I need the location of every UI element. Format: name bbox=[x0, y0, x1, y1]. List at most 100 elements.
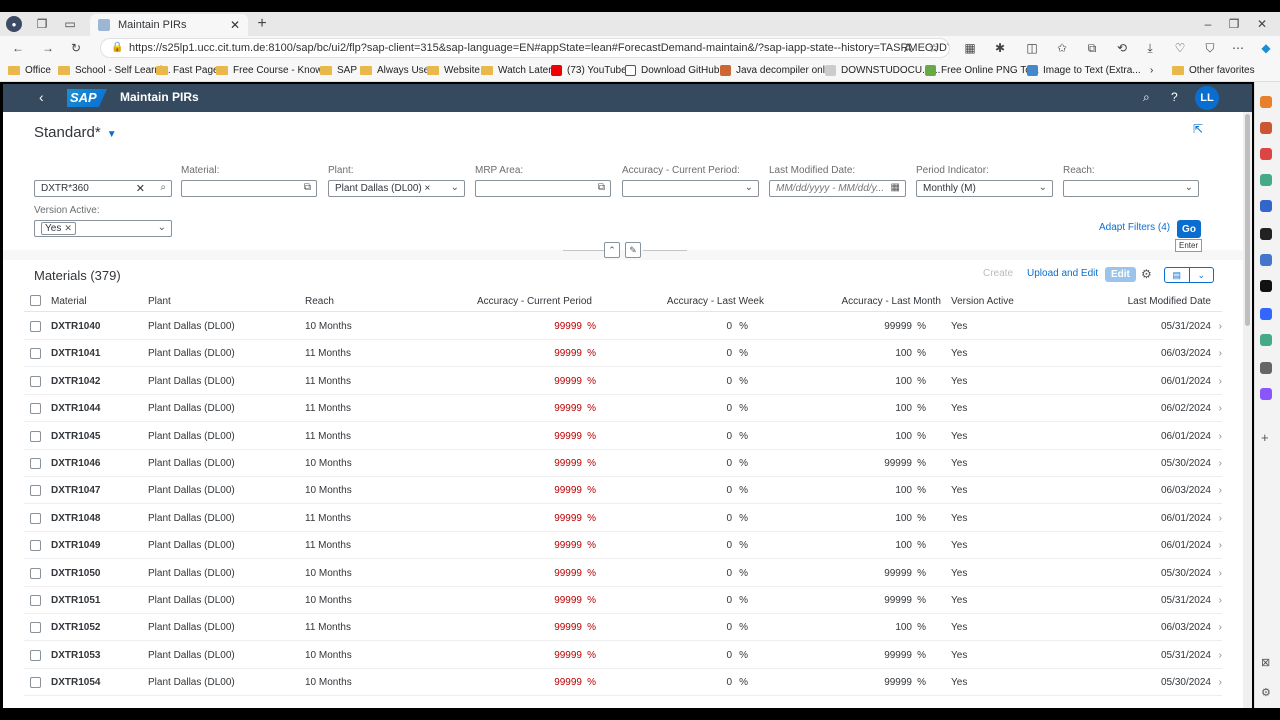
version-active-field[interactable]: Yes ✕ ⌄ bbox=[34, 220, 172, 237]
plant-field[interactable]: Plant Dallas (DL00) × ⌄ bbox=[328, 180, 465, 197]
material-field[interactable]: ⧉ bbox=[181, 180, 317, 197]
extensions-icon[interactable]: ▦ bbox=[962, 40, 978, 56]
chevron-down-icon[interactable]: ⌄ bbox=[1039, 182, 1047, 193]
row-checkbox[interactable] bbox=[30, 348, 41, 360]
sidebar-app4-icon[interactable] bbox=[1260, 280, 1272, 292]
table-row[interactable]: DXTR1042 Plant Dallas (DL00) 11 Months 9999… bbox=[24, 368, 1222, 395]
row-navigation-icon[interactable]: › bbox=[1219, 458, 1222, 469]
sidebar-hide-icon[interactable]: ⊠ bbox=[1261, 656, 1270, 669]
shell-search-icon[interactable]: ⌕ bbox=[1143, 90, 1150, 105]
col-accuracy-week[interactable]: Accuracy - Last Week bbox=[667, 296, 764, 307]
bookmark-watch-later[interactable]: Watch Later bbox=[481, 63, 552, 77]
workspaces-icon[interactable]: ❐ bbox=[34, 16, 50, 32]
value-help-icon[interactable]: ⧉ bbox=[598, 182, 605, 193]
row-checkbox[interactable] bbox=[30, 375, 41, 387]
table-row[interactable]: DXTR1052 Plant Dallas (DL00) 11 Months 9999… bbox=[24, 614, 1222, 642]
row-navigation-icon[interactable]: › bbox=[1219, 540, 1222, 551]
puzzle-icon[interactable]: ✱ bbox=[992, 40, 1008, 56]
value-help-icon[interactable]: ⧉ bbox=[304, 182, 311, 193]
shield-icon[interactable]: ⛉ bbox=[1202, 40, 1218, 56]
help-icon[interactable]: ? bbox=[1171, 90, 1178, 104]
avatar[interactable]: LL bbox=[1195, 86, 1219, 110]
chevron-down-icon[interactable]: ⌄ bbox=[745, 182, 753, 193]
row-navigation-icon[interactable]: › bbox=[1219, 622, 1222, 633]
search-input[interactable]: DXTR*360 ✕ ⌕ bbox=[34, 180, 172, 197]
row-checkbox[interactable] bbox=[30, 512, 41, 524]
col-plant[interactable]: Plant bbox=[148, 296, 171, 307]
token-remove-icon[interactable]: ✕ bbox=[64, 223, 72, 234]
more-menu-icon[interactable]: ⋯ bbox=[1230, 40, 1246, 56]
period-indicator-select[interactable]: Monthly (M) ⌄ bbox=[916, 180, 1053, 197]
table-settings-icon[interactable]: ⚙ bbox=[1141, 267, 1152, 281]
table-row[interactable]: DXTR1046 Plant Dallas (DL00) 10 Months 9999… bbox=[24, 450, 1222, 477]
bookmarks-more-icon[interactable]: › bbox=[1150, 63, 1153, 77]
upload-and-edit-button[interactable]: Upload and Edit bbox=[1027, 268, 1098, 279]
bookmark-youtube[interactable]: (73) YouTube bbox=[551, 63, 627, 77]
col-material[interactable]: Material bbox=[51, 296, 87, 307]
col-accuracy-current[interactable]: Accuracy - Current Period bbox=[477, 296, 592, 307]
last-modified-field[interactable]: MM/dd/yyyy - MM/dd/y... ▦ bbox=[769, 180, 906, 197]
bookmark-office[interactable]: Office bbox=[8, 63, 51, 77]
bookmark-free-course[interactable]: Free Course - Know... bbox=[216, 63, 330, 77]
row-navigation-icon[interactable]: › bbox=[1219, 513, 1222, 524]
tab-actions-icon[interactable]: ▭ bbox=[62, 16, 78, 32]
tab-close-icon[interactable]: ✕ bbox=[230, 18, 240, 32]
version-token[interactable]: Yes ✕ bbox=[41, 222, 76, 235]
back-icon[interactable]: ← bbox=[10, 40, 26, 56]
maximize-icon[interactable]: ❐ bbox=[1226, 16, 1242, 32]
bookmark-other-favorites[interactable]: Other favorites bbox=[1172, 63, 1255, 77]
table-row[interactable]: DXTR1047 Plant Dallas (DL00) 10 Months 9999… bbox=[24, 477, 1222, 505]
row-navigation-icon[interactable]: › bbox=[1219, 431, 1222, 442]
table-row[interactable]: DXTR1041 Plant Dallas (DL00) 11 Months 9999… bbox=[24, 340, 1222, 368]
chevron-down-icon[interactable]: ⌄ bbox=[1185, 182, 1193, 193]
shell-back-icon[interactable]: ‹ bbox=[39, 89, 44, 105]
minimize-icon[interactable]: – bbox=[1200, 16, 1216, 32]
row-navigation-icon[interactable]: › bbox=[1219, 650, 1222, 661]
row-checkbox[interactable] bbox=[30, 430, 41, 442]
bookmark-image-to-text[interactable]: Image to Text (Extra... bbox=[1027, 63, 1141, 77]
bookmark-java-decompiler[interactable]: Java decompiler onl... bbox=[720, 63, 833, 77]
sidebar-google-icon[interactable] bbox=[1260, 174, 1272, 186]
calendar-icon[interactable]: ▦ bbox=[891, 182, 900, 193]
split-screen-icon[interactable]: ◫ bbox=[1024, 40, 1040, 56]
sidebar-settings-icon[interactable]: ⚙ bbox=[1261, 686, 1271, 699]
row-checkbox[interactable] bbox=[30, 540, 41, 552]
chevron-down-icon[interactable]: ⌄ bbox=[451, 182, 459, 193]
collections-icon[interactable]: ⧉ bbox=[1084, 40, 1100, 56]
clear-icon[interactable]: ✕ bbox=[136, 182, 145, 195]
accuracy-select[interactable]: ⌄ bbox=[622, 180, 759, 197]
mrp-area-field[interactable]: ⧉ bbox=[475, 180, 611, 197]
sidebar-shopping-icon[interactable] bbox=[1260, 96, 1272, 108]
create-button[interactable]: Create bbox=[983, 268, 1013, 279]
new-tab-icon[interactable]: + bbox=[254, 15, 270, 32]
browser-tab-active[interactable]: Maintain PIRs ✕ bbox=[90, 14, 248, 36]
row-checkbox[interactable] bbox=[30, 403, 41, 415]
bookmark-github[interactable]: Download GitHub... bbox=[625, 63, 728, 77]
row-navigation-icon[interactable]: › bbox=[1219, 568, 1222, 579]
table-row[interactable]: DXTR1044 Plant Dallas (DL00) 11 Months 9999… bbox=[24, 395, 1222, 423]
collapse-header-icon[interactable]: ⌃ bbox=[604, 242, 620, 258]
row-navigation-icon[interactable]: › bbox=[1219, 376, 1222, 387]
table-row[interactable]: DXTR1049 Plant Dallas (DL00) 11 Months 9999… bbox=[24, 532, 1222, 560]
sap-logo[interactable]: SAP bbox=[67, 89, 107, 107]
read-aloud-icon[interactable]: A bbox=[900, 40, 916, 56]
col-reach[interactable]: Reach bbox=[305, 296, 334, 307]
row-checkbox[interactable] bbox=[30, 567, 41, 579]
sidebar-google2-icon[interactable] bbox=[1260, 334, 1272, 346]
plant-token[interactable]: Plant Dallas (DL00) × bbox=[335, 182, 431, 195]
row-checkbox[interactable] bbox=[30, 485, 41, 497]
bookmark-website[interactable]: Website bbox=[427, 63, 480, 77]
table-row[interactable]: DXTR1053 Plant Dallas (DL00) 10 Months 9999… bbox=[24, 642, 1222, 669]
chevron-down-icon[interactable]: ⌄ bbox=[158, 222, 166, 233]
bookmark-sap[interactable]: SAP bbox=[320, 63, 357, 77]
table-row[interactable]: DXTR1051 Plant Dallas (DL00) 10 Months 9999… bbox=[24, 587, 1222, 614]
row-navigation-icon[interactable]: › bbox=[1219, 348, 1222, 359]
sidebar-tools-icon[interactable] bbox=[1260, 122, 1272, 134]
row-checkbox[interactable] bbox=[30, 622, 41, 634]
favorite-star-icon[interactable]: ☆ bbox=[926, 40, 942, 56]
sidebar-add-icon[interactable]: + bbox=[1261, 430, 1269, 445]
sidebar-gmail-icon[interactable] bbox=[1260, 148, 1272, 160]
search-icon[interactable]: ⌕ bbox=[160, 182, 166, 193]
row-checkbox[interactable] bbox=[30, 649, 41, 661]
bookmark-png[interactable]: Free Online PNG To... bbox=[925, 63, 1039, 77]
